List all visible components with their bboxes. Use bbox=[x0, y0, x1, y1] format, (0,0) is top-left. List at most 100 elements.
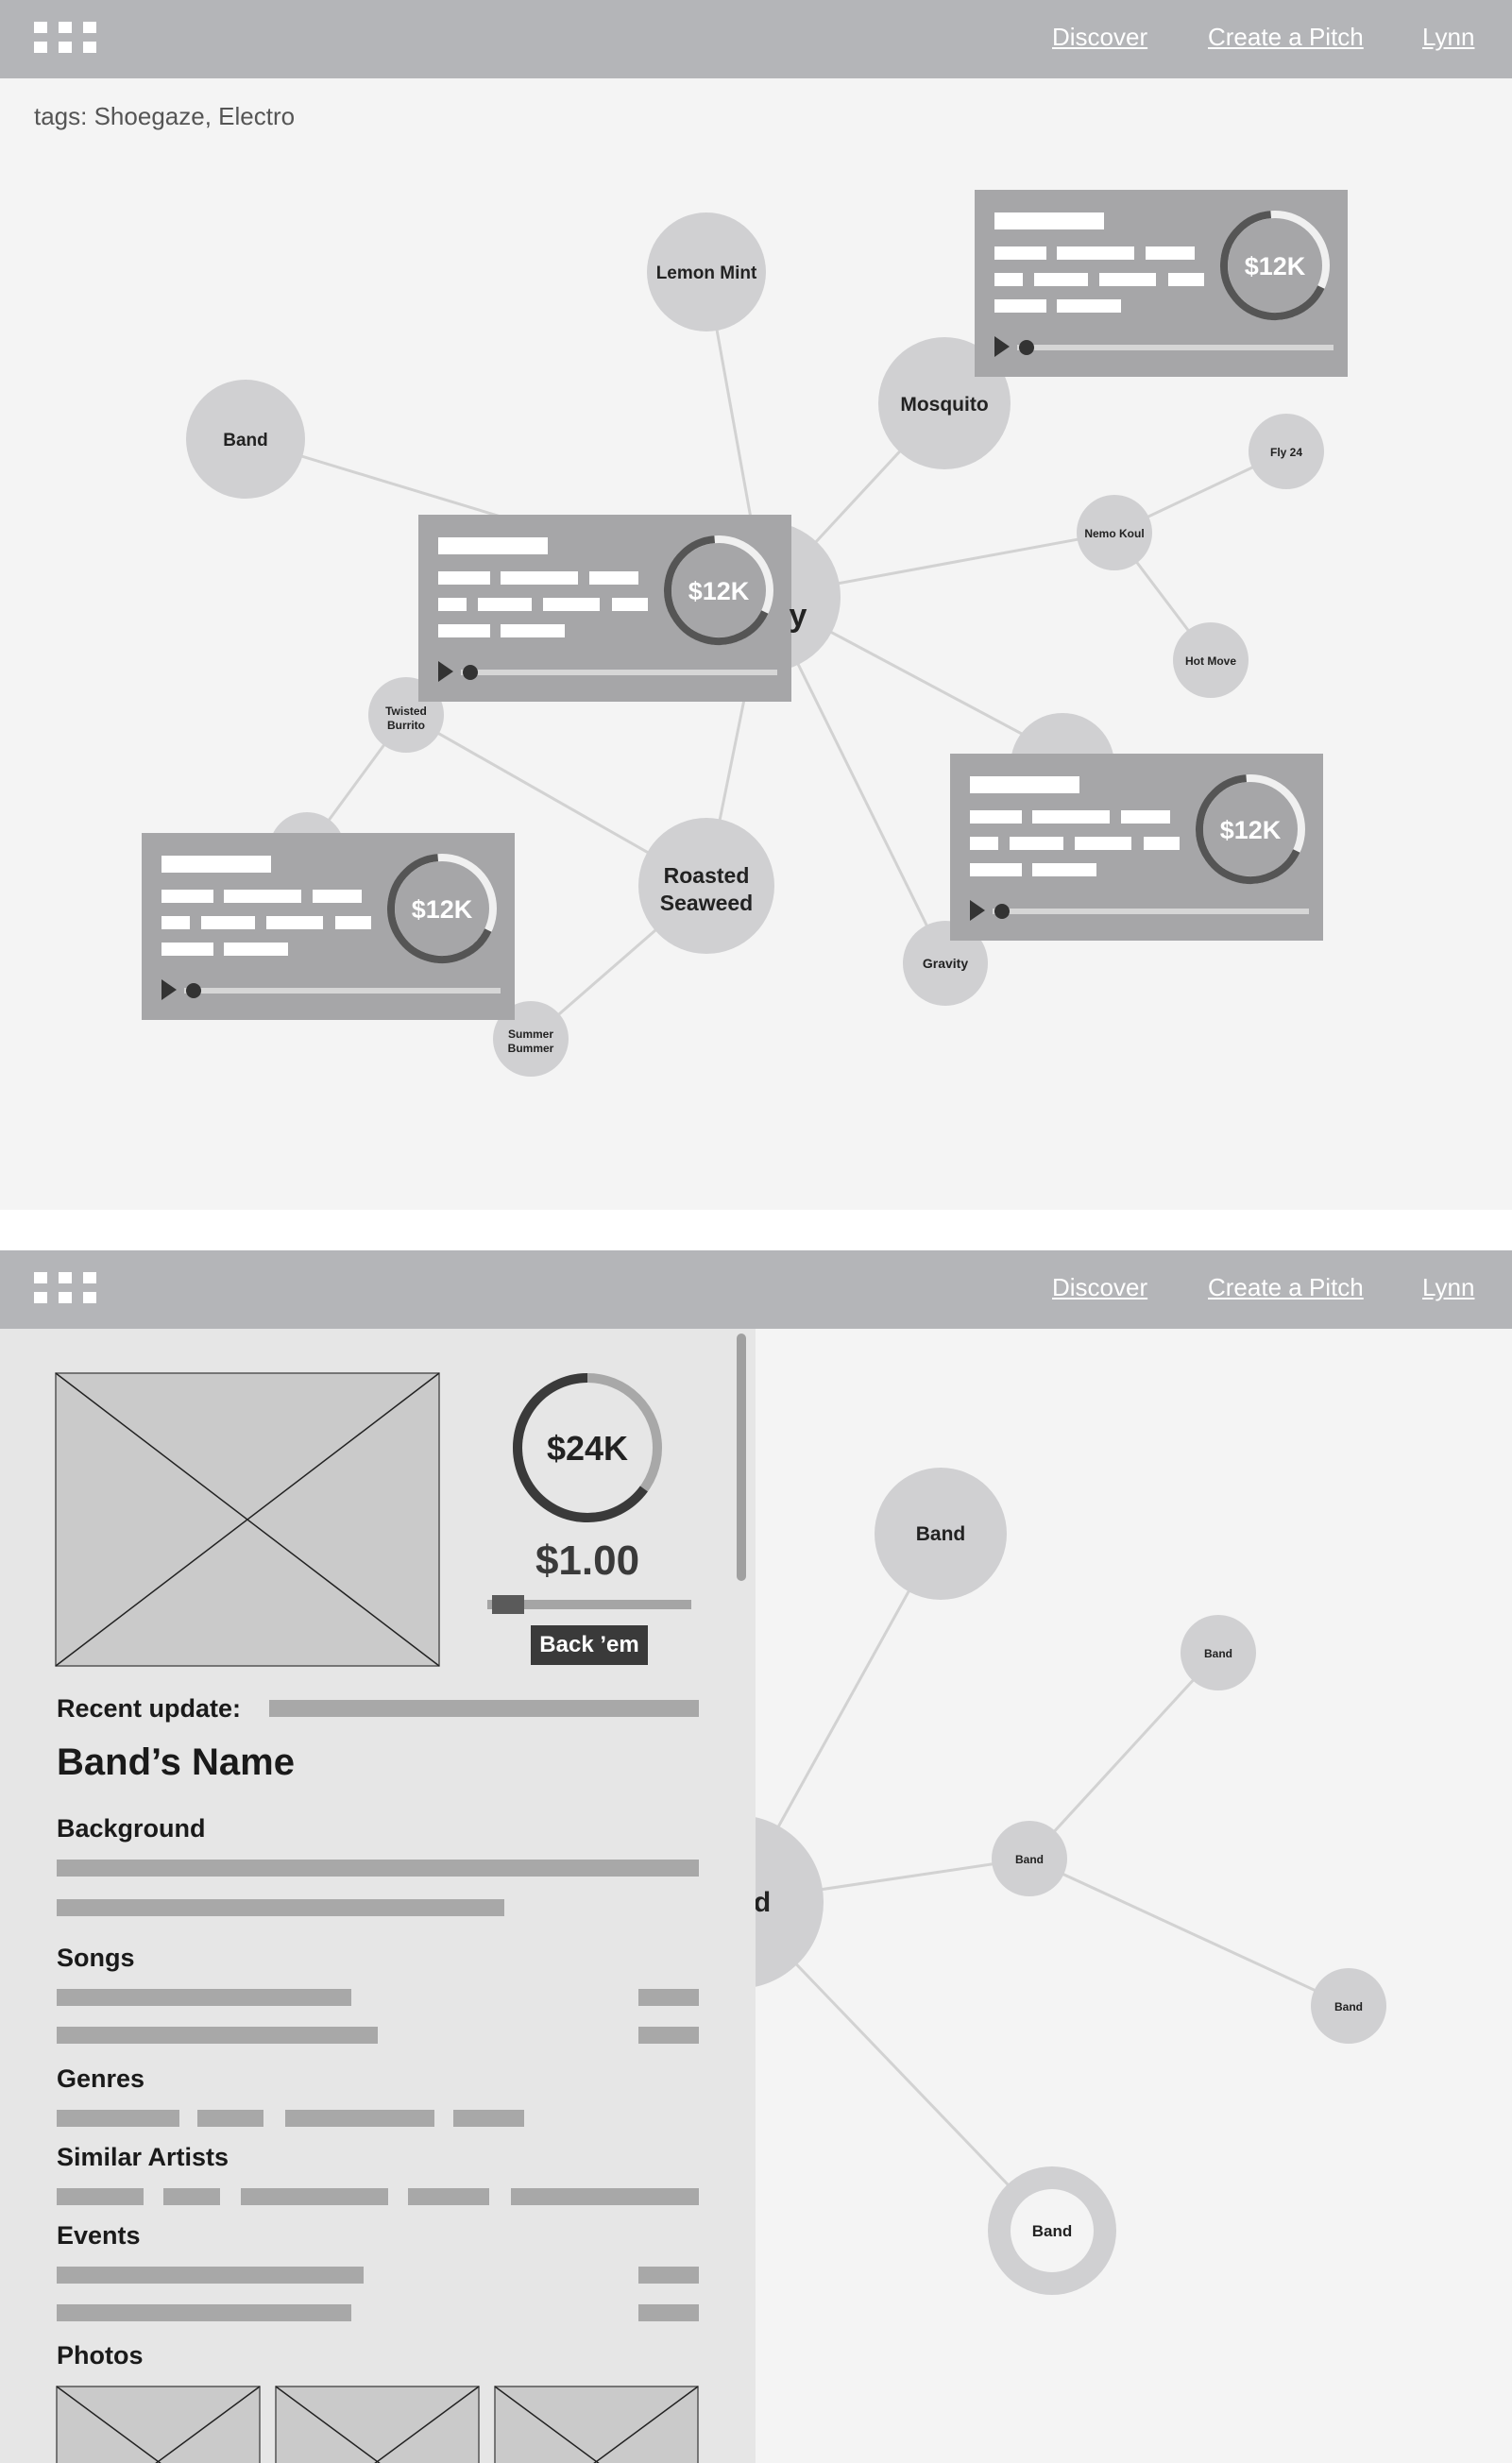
pitch-card-text-line bbox=[994, 246, 1046, 260]
pitch-card-amount: $12K bbox=[1245, 252, 1306, 280]
pitch-card-text-line bbox=[1032, 863, 1096, 876]
pitch-card-text-line bbox=[543, 598, 600, 611]
audio-progress-track[interactable] bbox=[993, 909, 1309, 914]
node-band-label: Band bbox=[223, 431, 268, 450]
audio-progress-track[interactable] bbox=[184, 988, 501, 994]
recent-update-label: Recent update: bbox=[57, 1694, 242, 1723]
node-band-top-label: Band bbox=[916, 1523, 966, 1545]
pitch-card-text-line bbox=[438, 537, 548, 554]
genre-tag[interactable] bbox=[453, 2110, 524, 2127]
audio-progress-track[interactable] bbox=[1017, 345, 1334, 350]
pitch-card[interactable]: $12K bbox=[142, 833, 515, 1020]
genre-tag[interactable] bbox=[197, 2110, 263, 2127]
pitch-card-text-line bbox=[335, 916, 371, 929]
pitch-card-text-line bbox=[970, 776, 1079, 793]
pitch-card-amount: $12K bbox=[688, 577, 750, 605]
photo-thumb[interactable] bbox=[275, 2386, 480, 2463]
band-profile-screen: Discover Create a Pitch Lynn d Band Band… bbox=[0, 1250, 1512, 2463]
pitch-card[interactable]: $12K bbox=[950, 754, 1323, 941]
audio-progress-thumb[interactable] bbox=[186, 983, 201, 998]
node-roasted-seaweed-label-2: Seaweed bbox=[660, 891, 753, 915]
event-title[interactable] bbox=[57, 2304, 351, 2321]
node-summer-bummer-label-1: Summer bbox=[508, 1028, 553, 1041]
pitch-card-text-line bbox=[1032, 810, 1110, 824]
photo-thumb[interactable] bbox=[494, 2386, 699, 2463]
node-roasted-seaweed-label-1: Roasted bbox=[664, 863, 750, 888]
similar-artist[interactable] bbox=[241, 2188, 388, 2205]
similar-artist[interactable] bbox=[408, 2188, 489, 2205]
similar-artists-heading: Similar Artists bbox=[57, 2143, 229, 2171]
background-text-line bbox=[57, 1860, 699, 1877]
pitch-card-text-line bbox=[313, 890, 362, 903]
pitch-card-text-line bbox=[266, 916, 323, 929]
band-name-title: Band’s Name bbox=[57, 1741, 295, 1783]
node-fly24-label: Fly 24 bbox=[1270, 446, 1302, 459]
audio-progress-thumb[interactable] bbox=[463, 665, 478, 680]
events-heading: Events bbox=[57, 2221, 141, 2250]
back-em-button[interactable]: Back ’em bbox=[531, 1625, 648, 1665]
node-band-upper-right-label: Band bbox=[1204, 1647, 1232, 1660]
funding-gauge: $24K bbox=[513, 1373, 662, 1522]
node-lemon-mint-label: Lemon Mint bbox=[656, 263, 757, 283]
event-title[interactable] bbox=[57, 2267, 364, 2284]
pitch-card-text-line bbox=[161, 856, 271, 873]
song-title[interactable] bbox=[57, 1989, 351, 2006]
pitch-card-text-line bbox=[1168, 273, 1204, 286]
pitch-card-text-line bbox=[161, 890, 213, 903]
song-title[interactable] bbox=[57, 2027, 378, 2044]
genre-tag[interactable] bbox=[285, 2110, 434, 2127]
pitch-card-text-line bbox=[1146, 246, 1195, 260]
genres-heading: Genres bbox=[57, 2064, 145, 2093]
songs-heading: Songs bbox=[57, 1944, 135, 1972]
song-duration bbox=[638, 1989, 699, 2006]
pitch-card-text-line bbox=[1010, 837, 1063, 850]
audio-progress-thumb[interactable] bbox=[1019, 340, 1034, 355]
panel-scrollbar[interactable] bbox=[737, 1333, 746, 1581]
similar-artist[interactable] bbox=[511, 2188, 699, 2205]
pledge-price: $1.00 bbox=[535, 1537, 640, 1584]
pitch-card-text-line bbox=[201, 916, 255, 929]
pitch-card[interactable]: $12K bbox=[975, 190, 1348, 377]
pitch-card-text-line bbox=[224, 943, 288, 956]
pitch-card-text-line bbox=[438, 624, 490, 637]
pitch-card-text-line bbox=[1057, 246, 1134, 260]
pitch-card-amount: $12K bbox=[1220, 816, 1282, 844]
event-date bbox=[638, 2267, 699, 2284]
background-heading: Background bbox=[57, 1814, 206, 1843]
pitch-card-text-line bbox=[224, 890, 301, 903]
photo-thumb[interactable] bbox=[56, 2386, 261, 2463]
audio-progress-track[interactable] bbox=[461, 670, 777, 675]
pledge-slider-thumb[interactable] bbox=[492, 1595, 524, 1614]
recent-update-text bbox=[269, 1700, 699, 1717]
node-twisted-burrito-label-1: Twisted bbox=[385, 705, 427, 718]
node-gravity-label: Gravity bbox=[923, 956, 968, 971]
pitch-card-text-line bbox=[438, 571, 490, 585]
center-band-node-label: d bbox=[754, 1887, 771, 1918]
node-hot-move-label: Hot Move bbox=[1185, 654, 1236, 668]
similar-artist[interactable] bbox=[163, 2188, 220, 2205]
photos-heading: Photos bbox=[57, 2341, 144, 2370]
pitch-card-text-line bbox=[970, 837, 998, 850]
photo-thumbnails bbox=[56, 2386, 699, 2463]
pitch-card-text-line bbox=[478, 598, 532, 611]
pitch-card-text-line bbox=[994, 299, 1046, 313]
similar-artist[interactable] bbox=[57, 2188, 144, 2205]
pitch-card-text-line bbox=[501, 571, 578, 585]
node-band-right-label: Band bbox=[1334, 2000, 1363, 2013]
pitch-card-text-line bbox=[1034, 273, 1088, 286]
pitch-card-text-line bbox=[1144, 837, 1180, 850]
node-twisted-burrito-label-2: Burrito bbox=[387, 719, 425, 732]
genre-tag[interactable] bbox=[57, 2110, 179, 2127]
pitch-card-text-line bbox=[589, 571, 638, 585]
node-nemo-koul-label: Nemo Koul bbox=[1084, 527, 1144, 540]
funding-goal-amount: $24K bbox=[547, 1429, 628, 1468]
pitch-card-text-line bbox=[501, 624, 565, 637]
pitch-card-text-line bbox=[994, 212, 1104, 229]
pitch-card-text-line bbox=[161, 943, 213, 956]
audio-progress-thumb[interactable] bbox=[994, 904, 1010, 919]
pitch-card[interactable]: $12K bbox=[418, 515, 791, 702]
band-image-placeholder bbox=[55, 1372, 440, 1667]
pitch-card-text-line bbox=[438, 598, 467, 611]
pitch-card-text-line bbox=[994, 273, 1023, 286]
pitch-card-text-line bbox=[612, 598, 648, 611]
